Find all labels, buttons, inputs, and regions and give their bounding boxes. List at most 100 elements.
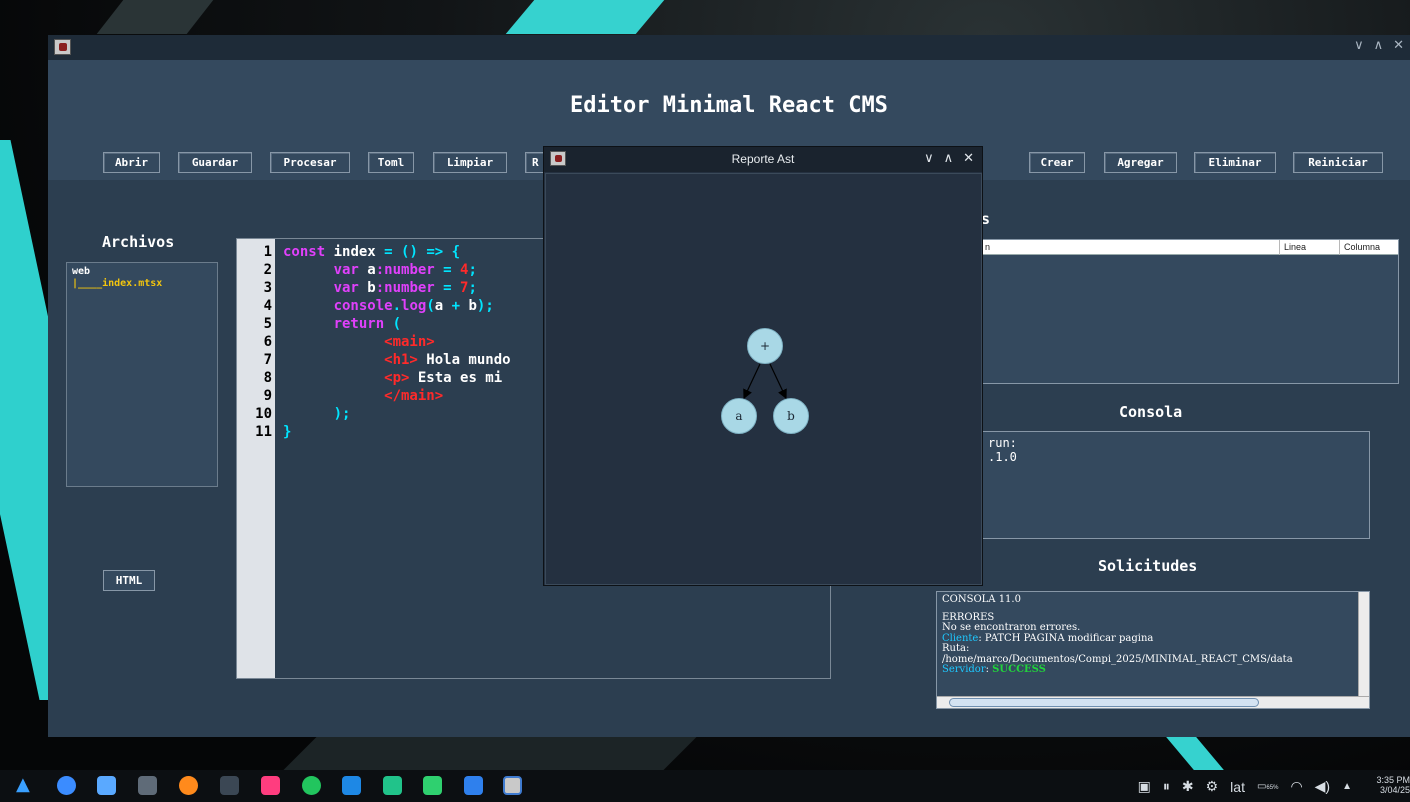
errors-table[interactable]: n Linea Columna: [981, 239, 1399, 384]
ast-node-plus[interactable]: +: [747, 328, 783, 364]
intellij-icon[interactable]: [261, 776, 280, 795]
clion-icon[interactable]: [383, 776, 402, 795]
code-line[interactable]: return (: [283, 315, 511, 333]
keyboard-layout[interactable]: lat: [1230, 779, 1245, 795]
code-line[interactable]: );: [283, 405, 511, 423]
agregar-button[interactable]: Agregar: [1104, 152, 1177, 173]
abrir-button[interactable]: Abrir: [103, 152, 160, 173]
errors-col-columna[interactable]: Columna: [1344, 242, 1380, 252]
errors-col-linea[interactable]: Linea: [1284, 242, 1306, 252]
media-icon[interactable]: ⏸: [1163, 778, 1170, 795]
line-number: 9: [263, 388, 272, 404]
clock-date: 3/04/25: [1379, 785, 1410, 795]
pycharm-icon[interactable]: [423, 776, 442, 795]
html-button[interactable]: HTML: [103, 570, 155, 591]
code-line[interactable]: <h1> Hola mundo: [283, 351, 511, 369]
java-app-taskbar-icon[interactable]: [503, 776, 522, 795]
tray-expand-icon[interactable]: ▲: [1342, 781, 1352, 792]
volume-icon[interactable]: ◀): [1315, 778, 1330, 795]
code-line[interactable]: <p> Esta es mi: [283, 369, 511, 387]
code-token: return: [283, 316, 393, 332]
updates-icon[interactable]: ⚙: [1206, 778, 1219, 795]
code-token: }: [283, 424, 292, 440]
code-line[interactable]: </main>: [283, 387, 511, 405]
system-tray: ▣ ⏸ ✱ ⚙ lat ▭65% ◠ ◀) ▲: [1138, 778, 1352, 795]
reiniciar-button[interactable]: Reiniciar: [1293, 152, 1383, 173]
app-title: Editor Minimal React CMS: [570, 93, 888, 118]
code-token: ;: [468, 280, 477, 296]
ast-edges: [743, 363, 787, 400]
clock-time: 3:35 PM: [1376, 775, 1410, 785]
code-token: </main>: [283, 388, 444, 404]
toml-button[interactable]: Toml: [368, 152, 414, 173]
solicitudes-heading: Solicitudes: [1098, 557, 1198, 575]
ast-node-a[interactable]: a: [721, 398, 757, 434]
console-output[interactable]: run: .1.0: [981, 431, 1370, 539]
code-line[interactable]: var a:number = 4;: [283, 261, 511, 279]
app-launcher-icon[interactable]: ▲: [16, 774, 35, 795]
code-line[interactable]: const index = () => {: [283, 243, 511, 261]
code-line[interactable]: <main>: [283, 333, 511, 351]
line-number: 10: [255, 406, 272, 422]
line-number: 7: [263, 352, 272, 368]
code-token: log: [401, 298, 427, 314]
consola-heading: Consola: [1119, 403, 1183, 421]
app-icon-green[interactable]: [302, 776, 321, 795]
clipboard-icon[interactable]: ▣: [1138, 778, 1151, 795]
guardar-button[interactable]: Guardar: [178, 152, 252, 173]
settings-app-icon[interactable]: [97, 776, 116, 795]
clock[interactable]: 3:35 PM 3/04/25: [1370, 775, 1410, 795]
dialog-controls: ∨ ∧ ✕: [924, 151, 974, 166]
terminal-icon[interactable]: [220, 776, 239, 795]
code-token: Hola mundo: [417, 352, 511, 368]
minimize-icon[interactable]: ∨: [924, 151, 934, 166]
ast-graph-canvas: + a b: [545, 173, 982, 585]
ast-edge-left: [743, 363, 761, 400]
code-token: =: [434, 262, 461, 278]
procesar-button[interactable]: Procesar: [270, 152, 350, 173]
dialog-titlebar[interactable]: Reporte Ast ∨ ∧ ✕: [544, 147, 982, 172]
bluetooth-icon[interactable]: ✱: [1182, 778, 1194, 795]
file-manager-icon[interactable]: [138, 776, 157, 795]
taskbar: ▲ ▣ ⏸ ✱ ⚙ lat ▭65% ◠ ◀) ▲ 3:35 PM 3/04/2…: [0, 770, 1410, 802]
code-area[interactable]: const index = () => { var a:number = 4; …: [283, 243, 511, 441]
close-icon[interactable]: ✕: [1393, 38, 1404, 53]
line-number-gutter: 1 2 3 4 5 6 7 8 9 10 11: [237, 239, 275, 678]
java-app-icon: [54, 39, 71, 55]
ast-report-dialog: Reporte Ast ∨ ∧ ✕ + a b: [543, 146, 983, 586]
scrollbar-thumb[interactable]: [949, 698, 1259, 707]
code-token: Esta es mi: [409, 370, 503, 386]
code-line[interactable]: var b:number = 7;: [283, 279, 511, 297]
ast-node-b[interactable]: b: [773, 398, 809, 434]
close-icon[interactable]: ✕: [963, 151, 974, 166]
crear-button[interactable]: Crear: [1029, 152, 1085, 173]
file-tree[interactable]: web |____index.mtsx: [66, 262, 218, 487]
webstorm-icon[interactable]: [464, 776, 483, 795]
code-token: var: [283, 280, 368, 296]
limpiar-button[interactable]: Limpiar: [433, 152, 507, 173]
vscode-icon[interactable]: [342, 776, 361, 795]
discover-icon[interactable]: [57, 776, 76, 795]
code-token: a: [434, 298, 444, 314]
server-status: SUCCESS: [992, 664, 1046, 675]
firefox-icon[interactable]: [179, 776, 198, 795]
tree-file-index[interactable]: |____index.mtsx: [72, 278, 212, 290]
code-token: console: [283, 298, 393, 314]
maximize-icon[interactable]: ∧: [944, 151, 954, 166]
line-number: 3: [263, 280, 272, 296]
wifi-icon[interactable]: ◠: [1290, 778, 1302, 795]
requests-log[interactable]: CONSOLA 11.0 ERRORES No se encontraron e…: [936, 591, 1370, 709]
eliminar-button[interactable]: Eliminar: [1194, 152, 1276, 173]
errors-table-header: n Linea Columna: [982, 240, 1398, 255]
vertical-scrollbar[interactable]: [1358, 592, 1369, 696]
code-token: const: [283, 244, 326, 260]
code-line[interactable]: console.log(a + b);: [283, 297, 511, 315]
tree-folder-web[interactable]: web: [72, 266, 212, 278]
battery-icon[interactable]: ▭65%: [1257, 781, 1278, 792]
console-line: .1.0: [988, 450, 1017, 464]
code-line[interactable]: }: [283, 423, 511, 441]
horizontal-scrollbar[interactable]: [937, 696, 1369, 708]
maximize-icon[interactable]: ∧: [1374, 38, 1384, 53]
errors-col-description[interactable]: n: [985, 242, 990, 252]
minimize-icon[interactable]: ∨: [1354, 38, 1364, 53]
